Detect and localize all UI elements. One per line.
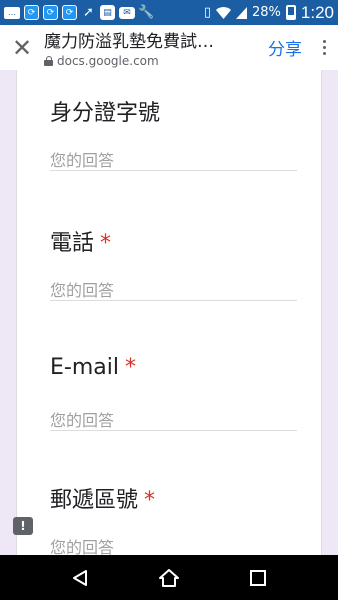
- alert-icon: !: [20, 519, 26, 533]
- outlook-icon: ✉: [119, 6, 135, 19]
- question-postal-code: 郵遞區號 * 您的回答: [50, 482, 300, 555]
- more-dot: [322, 52, 326, 55]
- page-content: 身分證字號 您的回答 電話 * 您的回答 E-mail * 您的回答 郵遞區號 * 您…: [0, 70, 338, 555]
- required-mark: *: [144, 488, 156, 513]
- system-status: ▯ 28% 1:20: [204, 3, 334, 23]
- wrench-icon: 🔧: [138, 5, 155, 20]
- recent-apps-icon: [250, 569, 267, 586]
- back-button[interactable]: [60, 558, 100, 598]
- url-row: docs.google.com: [44, 54, 260, 68]
- more-options-button[interactable]: [310, 25, 338, 70]
- share-button[interactable]: 分享: [260, 35, 310, 60]
- recent-apps-button[interactable]: [238, 558, 278, 598]
- custom-tab-toolbar: ✕ 魔力防溢乳墊免費試… docs.google.com 分享: [0, 25, 338, 70]
- battery-icon: [285, 5, 296, 20]
- answer-input-postal-code[interactable]: 您的回答: [50, 534, 297, 555]
- wifi-icon: [216, 6, 231, 19]
- system-navigation-bar: [0, 555, 338, 600]
- question-label: E-mail *: [50, 355, 136, 380]
- page-title-block: 魔力防溢乳墊免費試… docs.google.com: [44, 27, 260, 68]
- lock-icon: [44, 56, 53, 66]
- status-bar: … ⟳ ⟳ ⟳ ➚ ▤ ✉ 🔧 ▯ 28% 1:20: [0, 0, 338, 25]
- message-icon: …: [4, 6, 20, 19]
- sync-icon: ⟳: [62, 5, 77, 20]
- home-button[interactable]: [149, 558, 189, 598]
- more-dot: [322, 40, 326, 43]
- question-label: 身分證字號: [50, 101, 161, 126]
- docs-icon: ▤: [100, 5, 115, 20]
- page-title: 魔力防溢乳墊免費試…: [44, 32, 214, 52]
- home-icon: [158, 568, 179, 587]
- answer-input-id-number[interactable]: 您的回答: [50, 147, 297, 171]
- answer-input-email[interactable]: 您的回答: [50, 407, 297, 431]
- question-id-number: 身分證字號 您的回答: [50, 95, 300, 171]
- vibrate-icon: ▯: [203, 5, 211, 20]
- notification-icons: … ⟳ ⟳ ⟳ ➚ ▤ ✉ 🔧: [4, 5, 204, 20]
- back-icon: [72, 569, 87, 586]
- sync-icon: ⟳: [24, 5, 39, 20]
- close-icon: ✕: [11, 33, 33, 62]
- close-button[interactable]: ✕: [0, 25, 44, 70]
- question-label: 電話 *: [50, 231, 112, 256]
- required-mark: *: [100, 231, 112, 256]
- battery-percent: 28%: [252, 5, 281, 20]
- more-dot: [322, 46, 326, 49]
- feedback-button[interactable]: !: [13, 517, 33, 535]
- clock: 1:20: [300, 2, 334, 22]
- gesture-icon: ➚: [83, 5, 94, 20]
- page-url: docs.google.com: [57, 54, 159, 68]
- answer-input-phone[interactable]: 您的回答: [50, 277, 297, 301]
- question-phone: 電話 * 您的回答: [50, 225, 300, 301]
- question-label: 郵遞區號 *: [50, 488, 156, 513]
- required-mark: *: [124, 355, 136, 380]
- signal-icon: [236, 6, 247, 19]
- form-card: 身分證字號 您的回答 電話 * 您的回答 E-mail * 您的回答 郵遞區號 * 您…: [16, 70, 322, 555]
- question-email: E-mail * 您的回答: [50, 355, 300, 431]
- sync-icon: ⟳: [43, 5, 58, 20]
